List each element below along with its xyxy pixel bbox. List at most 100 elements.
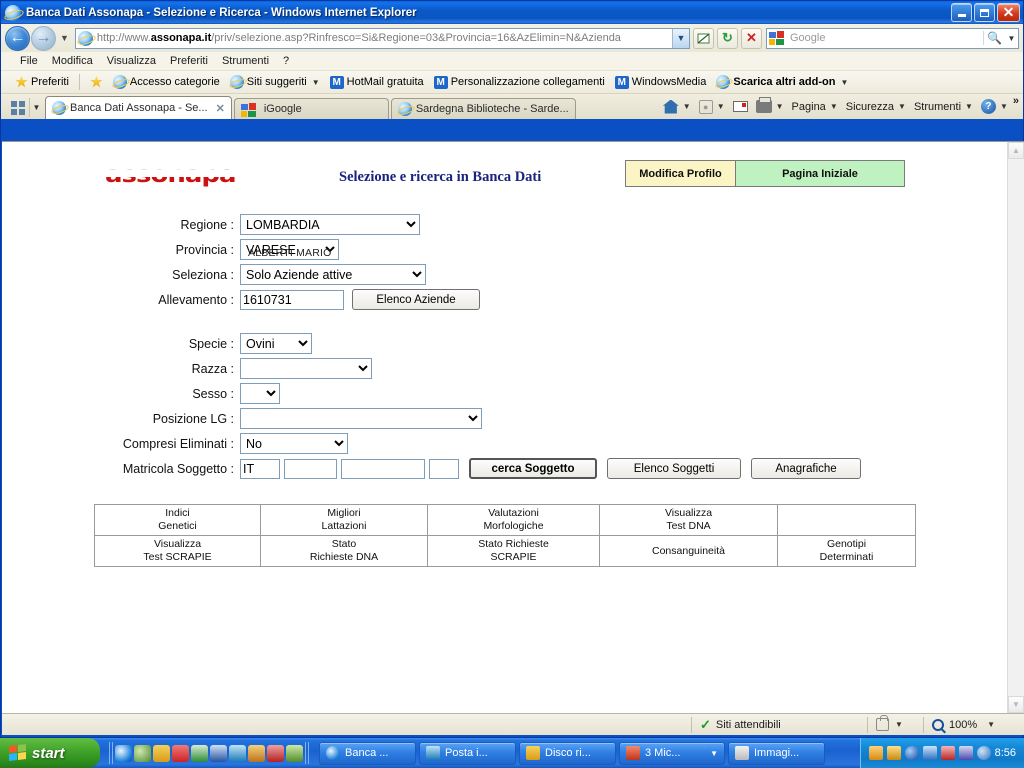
scroll-up-icon[interactable]: ▲ — [1008, 142, 1024, 159]
volume-icon[interactable] — [922, 746, 937, 760]
favorite-hotmail-gratuita[interactable]: M HotMail gratuita — [326, 75, 428, 90]
chevron-down-icon[interactable]: ▼ — [965, 102, 973, 111]
chevron-down-icon[interactable]: ▼ — [683, 102, 691, 111]
feeds-button[interactable]: ● ▼ — [696, 99, 728, 114]
quicklaunch-app-icon[interactable] — [286, 744, 303, 762]
menu-strumenti[interactable]: Strumenti ▼ — [911, 101, 976, 113]
menu-item-preferiti[interactable]: Preferiti — [163, 54, 215, 68]
menu-item-visualizza[interactable]: Visualizza — [100, 54, 163, 68]
tab-banca-dati-assonapa[interactable]: Banca Dati Assonapa - Se... ✕ — [45, 96, 232, 119]
overflow-chevrons-icon[interactable]: » — [1013, 94, 1019, 107]
recent-pages-chevron-down-icon[interactable]: ▼ — [56, 33, 73, 43]
compatibility-view-icon[interactable] — [693, 27, 714, 49]
quicklaunch-app-icon[interactable] — [248, 744, 265, 762]
tab-list-chevron-down-icon[interactable]: ▼ — [29, 98, 43, 117]
matricola-part2-input[interactable] — [284, 458, 337, 479]
protected-mode-indicator[interactable]: ▼ — [868, 714, 923, 736]
help-button[interactable]: ? ▼ — [978, 99, 1011, 114]
link-visualizza-test-scrapie[interactable]: Visualizza Test SCRAPIE — [94, 535, 261, 567]
taskbar-item-immagini[interactable]: Immagi... — [728, 741, 825, 765]
start-button[interactable]: start — [0, 738, 100, 768]
link-visualizza-test-dna[interactable]: Visualizza Test DNA — [599, 504, 778, 536]
chevron-down-icon[interactable]: ▼ — [312, 78, 320, 87]
taskbar-item-disco[interactable]: Disco ri... — [519, 741, 616, 765]
cerca-soggetto-button[interactable]: cerca Soggetto — [469, 458, 597, 479]
zoom-control[interactable]: 100% ▼ — [924, 714, 1024, 736]
sesso-select[interactable] — [240, 383, 280, 404]
back-arrow-icon[interactable]: ← — [5, 25, 30, 51]
forward-arrow-icon[interactable]: → — [31, 25, 56, 51]
favorite-personalizzazione-collegamenti[interactable]: M Personalizzazione collegamenti — [430, 75, 609, 90]
seleziona-select[interactable]: Solo Aziende attive — [240, 264, 426, 285]
home-button[interactable]: ▼ — [660, 99, 694, 114]
menu-item-file[interactable]: File — [13, 54, 45, 68]
link-valutazioni-morfologiche[interactable]: Valutazioni Morfologiche — [427, 504, 600, 536]
razza-select[interactable] — [240, 358, 372, 379]
chevron-down-icon[interactable]: ▼ — [898, 102, 906, 111]
mail-button[interactable] — [730, 101, 751, 112]
chevron-down-icon[interactable]: ▼ — [1000, 102, 1008, 111]
modifica-profilo-button[interactable]: Modifica Profilo — [626, 161, 736, 186]
antivirus-icon[interactable] — [940, 746, 955, 760]
tray-icon[interactable] — [976, 746, 991, 760]
menu-sicurezza[interactable]: Sicurezza ▼ — [843, 101, 909, 113]
menu-item-help[interactable]: ? — [276, 54, 296, 68]
security-zone[interactable]: ✓ Siti attendibili — [692, 714, 867, 736]
matricola-part4-input[interactable] — [429, 458, 459, 479]
taskbar-item-microsoft-group[interactable]: 3 Mic... ▼ — [619, 741, 725, 765]
chevron-down-icon[interactable]: ▼ — [895, 720, 903, 729]
link-stato-richieste-dna[interactable]: Stato Richieste DNA — [260, 535, 428, 567]
minimize-button[interactable] — [951, 3, 972, 22]
quicklaunch-folder-icon[interactable] — [153, 744, 170, 762]
link-consanguineita[interactable]: Consanguineità — [599, 535, 778, 567]
search-icon[interactable]: 🔍 — [983, 31, 1005, 45]
maximize-button[interactable] — [974, 3, 995, 22]
close-button[interactable]: ✕ — [997, 3, 1020, 22]
quick-tabs-icon[interactable] — [7, 98, 29, 117]
tab-sardegna-biblioteche[interactable]: Sardegna Biblioteche - Sarde... — [390, 98, 576, 119]
elenco-aziende-button[interactable]: Elenco Aziende — [352, 289, 480, 310]
favorite-siti-suggeriti[interactable]: Siti suggeriti ▼ — [226, 74, 324, 90]
menu-item-modifica[interactable]: Modifica — [45, 54, 100, 68]
link-stato-richieste-scrapie[interactable]: Stato Richieste SCRAPIE — [427, 535, 600, 567]
allevamento-input[interactable] — [240, 289, 344, 310]
menu-item-strumenti[interactable]: Strumenti — [215, 54, 276, 68]
favorite-windowsmedia[interactable]: M WindowsMedia — [611, 75, 711, 90]
matricola-country-input[interactable] — [240, 458, 280, 479]
chevron-down-icon[interactable]: ▼ — [710, 749, 718, 758]
posizione-lg-select[interactable] — [240, 408, 482, 429]
address-chevron-down-icon[interactable]: ▼ — [672, 28, 689, 48]
quicklaunch-app-icon[interactable] — [134, 744, 151, 762]
toolbar-grip[interactable] — [109, 742, 113, 764]
vertical-scrollbar[interactable]: ▲ ▼ — [1007, 142, 1024, 713]
print-button[interactable]: ▼ — [753, 97, 787, 113]
search-input-placeholder[interactable]: Google — [790, 32, 983, 44]
refresh-icon[interactable]: ↻ — [717, 27, 738, 49]
toolbar-grip[interactable] — [305, 742, 309, 764]
link-migliori-lattazioni[interactable]: Migliori Lattazioni — [260, 504, 428, 536]
tray-icon[interactable] — [868, 746, 883, 760]
pagina-iniziale-button[interactable]: Pagina Iniziale — [736, 161, 904, 186]
clock[interactable]: 8:56 — [995, 747, 1016, 759]
tray-icon[interactable] — [886, 746, 901, 760]
quicklaunch-app-icon[interactable] — [172, 744, 189, 762]
add-to-favorites-bar-button[interactable] — [86, 75, 107, 90]
tab-igoogle[interactable]: iGoogle — [233, 98, 389, 119]
elenco-soggetti-button[interactable]: Elenco Soggetti — [607, 458, 741, 479]
stop-icon[interactable]: ✕ — [741, 27, 762, 49]
favorite-scarica-altri-addon[interactable]: Scarica altri add-on ▼ — [712, 74, 852, 90]
specie-select[interactable]: Ovini — [240, 333, 312, 354]
quicklaunch-word-icon[interactable] — [210, 744, 227, 762]
compresi-eliminati-select[interactable]: No — [240, 433, 348, 454]
favorites-button[interactable]: Preferiti — [11, 75, 73, 90]
chevron-down-icon[interactable]: ▼ — [987, 720, 995, 729]
quicklaunch-app-icon[interactable] — [229, 744, 246, 762]
taskbar-item-banca[interactable]: Banca ... — [319, 741, 416, 765]
anagrafiche-button[interactable]: Anagrafiche — [751, 458, 861, 479]
quicklaunch-app-icon[interactable] — [267, 744, 284, 762]
chevron-down-icon[interactable]: ▼ — [840, 78, 848, 87]
tray-icon[interactable] — [904, 746, 919, 760]
tab-close-icon[interactable]: ✕ — [216, 102, 225, 115]
taskbar-item-posta[interactable]: Posta i... — [419, 741, 516, 765]
chevron-down-icon[interactable]: ▼ — [776, 102, 784, 111]
